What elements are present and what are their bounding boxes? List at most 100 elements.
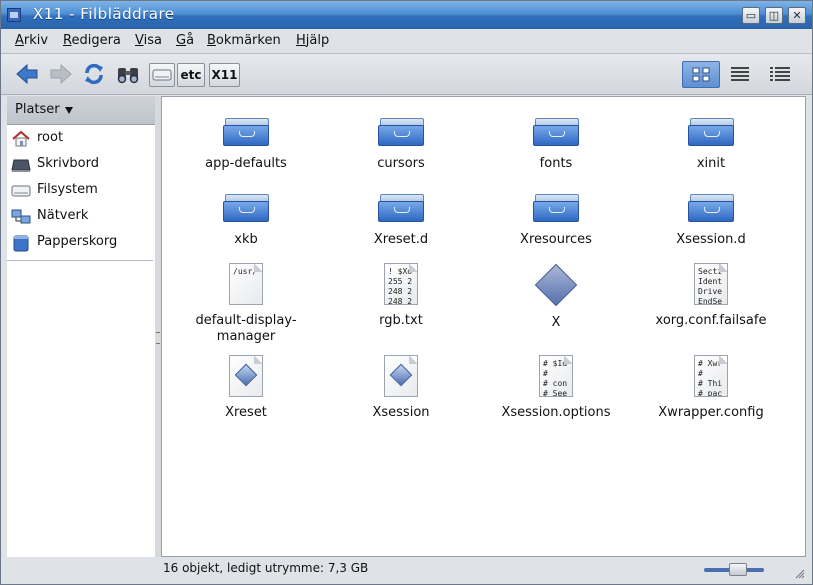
- file-item[interactable]: cursors: [323, 114, 479, 172]
- close-icon: ✕: [792, 9, 802, 22]
- file-item[interactable]: Xreset: [168, 355, 324, 421]
- compact-view-button[interactable]: [762, 61, 800, 88]
- text-file-icon: # $Id # # con # See: [539, 355, 573, 397]
- close-button[interactable]: ✕: [788, 7, 806, 24]
- menu-ga[interactable]: Gå: [176, 33, 194, 48]
- script-file-icon: [384, 355, 418, 397]
- file-name: rgb.txt: [379, 313, 423, 328]
- file-name: Xreset.d: [373, 232, 429, 247]
- minimize-button[interactable]: ▭: [742, 7, 760, 24]
- file-name: app-defaults: [205, 156, 287, 171]
- places-header[interactable]: Platser: [7, 96, 155, 125]
- search-button[interactable]: [114, 60, 142, 88]
- place-label: root: [37, 130, 64, 145]
- file-name: cursors: [377, 156, 425, 171]
- file-name: Xsession: [372, 405, 430, 420]
- file-name: xorg.conf.failsafe: [655, 313, 767, 328]
- file-item[interactable]: /usr/ default-display-manager: [168, 263, 324, 345]
- list-icon: [731, 67, 749, 81]
- file-item[interactable]: ! $Xo 255 2 248 2 248 2 rgb.txt: [323, 263, 479, 329]
- places-label: Platser: [15, 102, 60, 117]
- file-preview: /usr/: [233, 267, 258, 276]
- place-network[interactable]: Nätverk: [7, 204, 155, 230]
- folder-icon: [533, 190, 579, 224]
- hard-disk-icon: [152, 69, 172, 81]
- zoom-slider-handle[interactable]: [729, 563, 747, 576]
- forward-button[interactable]: [47, 60, 75, 88]
- file-item[interactable]: # $Id # # con # See Xsession.options: [478, 355, 634, 421]
- file-manager-window: X11 - Filbläddrare ▭ ◫ ✕ Arkiv Redigera …: [0, 0, 813, 585]
- place-desktop[interactable]: Skrivbord: [7, 152, 155, 178]
- file-view[interactable]: app-defaults cursors fonts xinit xkb Xre…: [161, 96, 806, 557]
- window-title: X11 - Filbläddrare: [33, 5, 175, 23]
- file-name: xinit: [696, 156, 726, 171]
- back-button[interactable]: [13, 60, 41, 88]
- places-list: root Skrivbord Filsystem Nätverk Pappers…: [7, 125, 155, 557]
- status-bar: 16 objekt, ledigt utrymme: 7,3 GB: [161, 557, 806, 581]
- sidebar: Platser root Skrivbord Filsystem Nätverk…: [7, 96, 155, 557]
- file-item[interactable]: app-defaults: [168, 114, 324, 172]
- file-item[interactable]: Xsession.d: [633, 190, 789, 248]
- binoculars-icon: [117, 68, 139, 84]
- file-name: fonts: [539, 156, 573, 171]
- place-trash[interactable]: Papperskorg: [7, 230, 155, 256]
- folder-icon: [378, 114, 424, 148]
- window-menu-icon[interactable]: [7, 8, 21, 22]
- file-item[interactable]: Xsession: [323, 355, 479, 421]
- file-name: Xresources: [520, 232, 592, 247]
- folder-icon: [688, 114, 734, 148]
- resize-grip-icon[interactable]: [795, 569, 805, 579]
- menu-bar: Arkiv Redigera Visa Gå Bokmärken Hjälp: [1, 29, 812, 54]
- location-toggle-button[interactable]: [149, 63, 175, 87]
- place-label: Papperskorg: [37, 234, 118, 249]
- status-text: 16 objekt, ledigt utrymme: 7,3 GB: [163, 561, 369, 575]
- file-name: Xreset: [225, 405, 267, 420]
- file-item[interactable]: Secti Ident Drive EndSe xorg.conf.failsa…: [633, 263, 789, 329]
- file-item[interactable]: # Xwr # # Thi # pac Xwrapper.config: [633, 355, 789, 421]
- breadcrumb-etc[interactable]: etc: [177, 63, 205, 87]
- title-bar[interactable]: X11 - Filbläddrare ▭ ◫ ✕: [1, 1, 812, 29]
- file-item[interactable]: Xreset.d: [323, 190, 479, 248]
- detailed-list-icon: [770, 67, 790, 81]
- text-file-icon: /usr/: [229, 263, 263, 305]
- network-icon: [11, 209, 31, 224]
- breadcrumb-x11[interactable]: X11: [209, 63, 240, 87]
- file-item[interactable]: Xresources: [478, 190, 634, 248]
- file-name: Xwrapper.config: [658, 405, 764, 420]
- menu-redigera[interactable]: Redigera: [63, 33, 121, 48]
- list-view-button[interactable]: [722, 61, 760, 88]
- arrow-right-icon: [50, 63, 72, 85]
- file-preview: # $Id # # con # See: [543, 359, 568, 397]
- file-name: Xsession.d: [676, 232, 746, 247]
- file-item[interactable]: X: [478, 263, 634, 331]
- place-filesystem[interactable]: Filsystem: [7, 178, 155, 204]
- file-item[interactable]: xkb: [168, 190, 324, 248]
- home-icon: [12, 130, 30, 147]
- maximize-button[interactable]: ◫: [765, 7, 783, 24]
- menu-visa[interactable]: Visa: [135, 33, 162, 48]
- script-file-icon: [229, 355, 263, 397]
- places-divider: [7, 260, 153, 261]
- file-preview: ! $Xo 255 2 248 2 248 2: [388, 267, 413, 305]
- icon-view-button[interactable]: [682, 61, 720, 88]
- menu-arkiv[interactable]: Arkiv: [15, 33, 48, 48]
- reload-button[interactable]: [80, 60, 108, 88]
- toolbar: etc X11: [1, 54, 812, 95]
- text-file-icon: # Xwr # # Thi # pac: [694, 355, 728, 397]
- trash-icon: [13, 235, 29, 252]
- executable-icon: [534, 263, 578, 307]
- file-item[interactable]: xinit: [633, 114, 789, 172]
- folder-icon: [378, 190, 424, 224]
- menu-bokmarken[interactable]: Bokmärken: [207, 33, 281, 48]
- file-item[interactable]: fonts: [478, 114, 634, 172]
- icon-grid-icon: [692, 67, 710, 82]
- drive-icon: [11, 185, 31, 197]
- file-preview: # Xwr # # Thi # pac: [698, 359, 723, 397]
- place-root[interactable]: root: [7, 126, 155, 152]
- arrow-left-icon: [16, 63, 38, 85]
- folder-icon: [688, 190, 734, 224]
- menu-hjalp[interactable]: Hjälp: [296, 33, 329, 48]
- dropdown-arrow-icon: [65, 107, 73, 114]
- maximize-icon: ◫: [768, 9, 780, 22]
- file-name: xkb: [234, 232, 258, 247]
